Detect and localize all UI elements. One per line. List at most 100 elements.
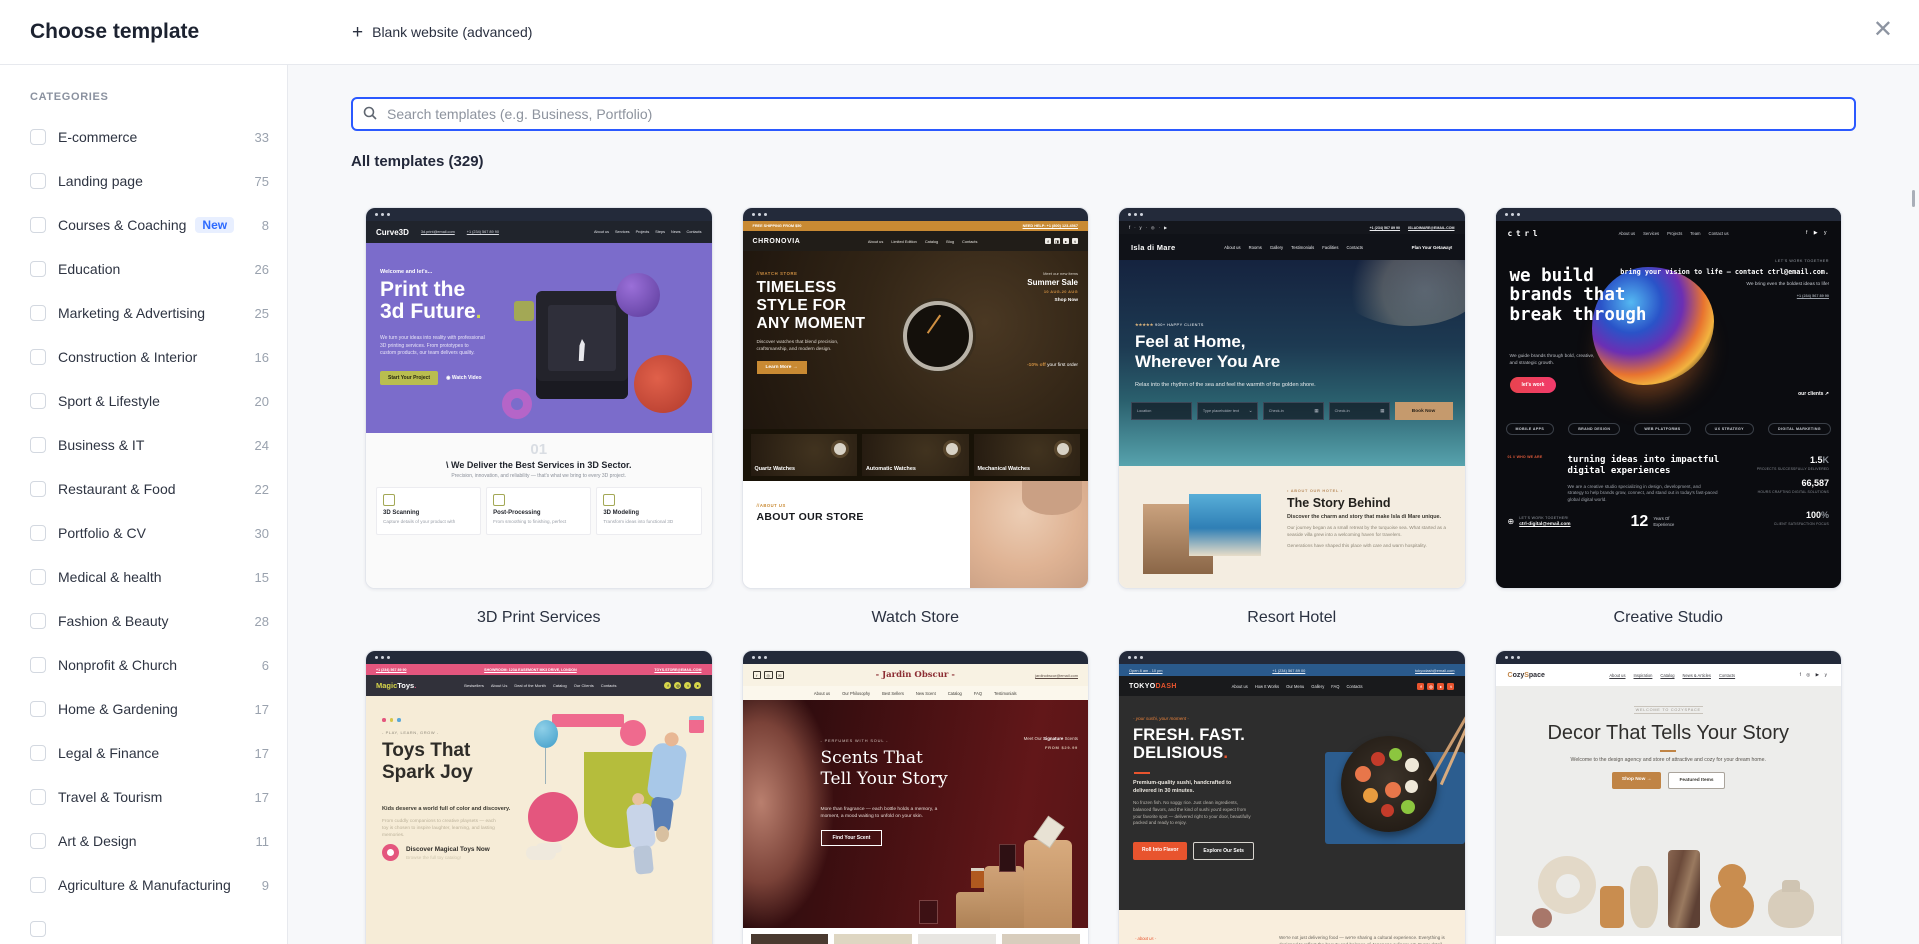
browser-bar (1119, 208, 1465, 221)
template-card-cozyspace[interactable]: CozySpace About us Inspiration Catalog News… (1494, 650, 1842, 944)
checkbox[interactable] (30, 481, 46, 497)
category-count: 33 (254, 129, 269, 145)
checkbox[interactable] (30, 569, 46, 585)
checkbox[interactable] (30, 921, 46, 937)
checkbox[interactable] (30, 393, 46, 409)
preview-cta: Shop Now → (1611, 772, 1662, 789)
preview-heading: Scents That Tell Your Story (820, 748, 948, 790)
checkbox[interactable] (30, 129, 46, 145)
accent-dash (1134, 772, 1150, 774)
template-preview: ctrl About us Services Projects Team Contact… (1494, 207, 1842, 589)
checkbox[interactable] (30, 877, 46, 893)
category-row-ecommerce[interactable]: E-commerce 33 (0, 115, 287, 159)
category-row-landing-page[interactable]: Landing page 75 (0, 159, 287, 203)
checkbox[interactable] (30, 217, 46, 233)
preview-cta-secondary: Explore Our Sets (1193, 842, 1254, 860)
template-card-jardin-obscur[interactable]: f ◎ ✉ - Jardin Obscur - jardinobscur@email… (741, 650, 1089, 944)
feature-card: 3D Scanning Capture details of your produ… (376, 487, 482, 535)
category-row-courses-coaching[interactable]: Courses & Coaching New 8 (0, 203, 287, 247)
checkbox[interactable] (30, 525, 46, 541)
contact-bar: f ∙ y ∙ ◎ ∙ ▶ +1 (234) 567 89 90 ISLADIMA… (1119, 221, 1465, 234)
promo-bar: FREE SHIPPING FROM $50 NEED HELP: +1 (800… (742, 221, 1088, 231)
preview-hero: WELCOME TO COZYSPACE Decor That Tells Yo… (1495, 686, 1841, 936)
dot (381, 213, 384, 216)
preview-about: //ABOUT US ABOUT OUR STORE (742, 481, 1088, 588)
category-count: 8 (261, 217, 269, 233)
browser-bar (1495, 651, 1841, 664)
checkbox[interactable] (30, 701, 46, 717)
template-card-magictoys[interactable]: +1 (234) 567 89 90 SHOWROOM: 123A EASEMON… (365, 650, 713, 944)
checkbox[interactable] (30, 833, 46, 849)
preview-nav: Isla di Mare About us Rooms Gallery Testimo… (1119, 234, 1465, 260)
preview-nav-links: About us How It Works Our Menu Gallery FAQ Co… (1231, 683, 1363, 689)
toy-icon (382, 844, 399, 861)
checkbox[interactable] (30, 261, 46, 277)
category-count: 28 (254, 613, 269, 629)
category-row-nonprofit-church[interactable]: Nonprofit & Church 6 (0, 643, 287, 687)
social-icons: f ▶ y (1805, 230, 1829, 236)
template-card-watch-store[interactable]: FREE SHIPPING FROM $50 NEED HELP: +1 (800… (741, 207, 1089, 633)
dot (751, 656, 755, 659)
checkbox[interactable] (30, 349, 46, 365)
category-row-home-gardening[interactable]: Home & Gardening 17 (0, 687, 287, 731)
checkbox[interactable] (30, 613, 46, 629)
promo-bar: Open 8 am - 10 pm +1 (234) 567 89 00 tokyo… (1119, 664, 1465, 676)
category-row-medical-health[interactable]: Medical & health 15 (0, 555, 287, 599)
preview-nav: CHRONOVIA About us Limited Edition Catalog… (742, 231, 1088, 251)
category-row-marketing[interactable]: Marketing & Advertising 25 (0, 291, 287, 335)
small-vase-shape (1531, 908, 1552, 928)
category-row-education[interactable]: Education 26 (0, 247, 287, 291)
twitter-icon: t (1447, 682, 1455, 690)
category-row-portfolio-cv[interactable]: Portfolio & CV 30 (0, 511, 287, 555)
globe-icon: ⊕ (1507, 517, 1515, 527)
social-icons: f ◎ ▶ y (1799, 672, 1829, 677)
template-preview: f ∙ y ∙ ◎ ∙ ▶ +1 (234) 567 89 90 ISLADIMA… (1118, 207, 1466, 589)
youtube-icon: ▸ (694, 682, 702, 689)
category-row-legal-finance[interactable]: Legal & Finance 17 (0, 731, 287, 775)
browser-bar (742, 208, 1088, 221)
dot (763, 213, 767, 216)
preview-nav: MagicToys. Bestsellers About Us Deal of th… (366, 675, 712, 696)
blank-website-button[interactable]: + Blank website (advanced) (352, 0, 532, 64)
scrollbar-thumb[interactable] (1912, 190, 1915, 207)
template-card-creative-studio[interactable]: ctrl About us Services Projects Team Contact… (1494, 207, 1842, 633)
template-card-3d-print-services[interactable]: Curve3D 3d.print@email.com +1 (234) 567 … (365, 207, 713, 633)
search-input[interactable] (351, 97, 1856, 131)
color-dots (382, 718, 401, 722)
stats: 1.5K PROJECTS SUCCESSFULLY DELIVERED 66,… (1756, 455, 1829, 494)
close-icon[interactable]: ✕ (1867, 17, 1899, 43)
perfume-bottle-shape (999, 844, 1016, 872)
category-row-restaurant-food[interactable]: Restaurant & Food 22 (0, 467, 287, 511)
checkbox[interactable] (30, 437, 46, 453)
category-row-construction[interactable]: Construction & Interior 16 (0, 335, 287, 379)
checkbox[interactable] (30, 305, 46, 321)
preview-footer: ⊕ LET'S WORK TOGETHER! ctrl-digital@email… (1507, 510, 1830, 530)
sea-photo (1189, 494, 1261, 556)
category-row-art-design[interactable]: Art & Design 11 (0, 819, 287, 863)
watch-shape (902, 301, 973, 371)
dot (387, 656, 390, 659)
dot (1140, 213, 1143, 216)
category-row-partial[interactable] (0, 907, 287, 944)
category-row-agriculture[interactable]: Agriculture & Manufacturing 9 (0, 863, 287, 907)
checkbox[interactable] (30, 789, 46, 805)
tile: Quartz Watches (750, 434, 857, 476)
template-card-tokyodash[interactable]: Open 8 am - 10 pm +1 (234) 567 89 00 tokyo… (1118, 650, 1466, 944)
preview-about: • ABOUT OUR HOTEL • The Story Behind Dis… (1119, 466, 1465, 588)
dot (1516, 213, 1520, 216)
checkbox[interactable] (30, 745, 46, 761)
category-row-travel-tourism[interactable]: Travel & Tourism 17 (0, 775, 287, 819)
browser-bar (366, 651, 712, 664)
social-icons: f ◨ ▸ t (1044, 238, 1078, 244)
template-card-resort-hotel[interactable]: f ∙ y ∙ ◎ ∙ ▶ +1 (234) 567 89 90 ISLADIMA… (1118, 207, 1466, 633)
dialog-header: Choose template + Blank website (advance… (0, 0, 1919, 65)
category-row-sport-lifestyle[interactable]: Sport & Lifestyle 20 (0, 379, 287, 423)
checkbox[interactable] (30, 173, 46, 189)
preview-heading: Toys That Spark Joy (382, 740, 473, 783)
category-row-business-it[interactable]: Business & IT 24 (0, 423, 287, 467)
booking-fields: LocationType placeholder textCheck-inChe… (1131, 402, 1390, 420)
pedestal-shape (984, 866, 1024, 928)
dot (375, 656, 378, 659)
checkbox[interactable] (30, 657, 46, 673)
category-row-fashion-beauty[interactable]: Fashion & Beauty 28 (0, 599, 287, 643)
